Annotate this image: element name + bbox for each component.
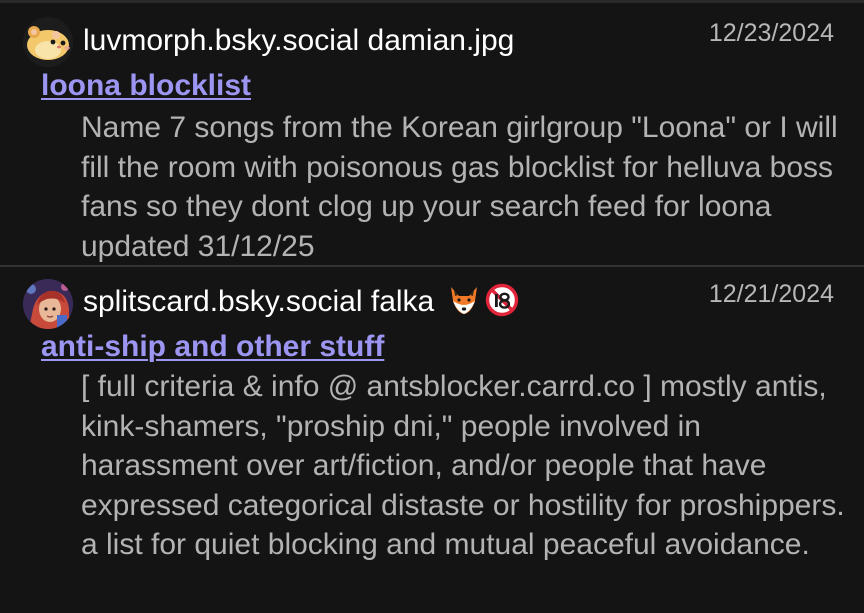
avatar[interactable]: [23, 279, 73, 329]
list-title-link[interactable]: loona blocklist: [41, 68, 251, 104]
avatar[interactable]: [23, 17, 73, 67]
list-description: [ full criteria & info @ antsblocker.car…: [81, 370, 845, 561]
character-avatar-icon: [23, 279, 73, 329]
author-name[interactable]: luvmorph.bsky.social damian.jpg: [83, 23, 514, 59]
author-name-text: splitscard.bsky.social falka: [83, 285, 435, 318]
no-under-18-icon: [485, 283, 519, 326]
list-item[interactable]: luvmorph.bsky.social damian.jpg 12/23/20…: [0, 3, 864, 265]
post-date: 12/23/2024: [708, 19, 834, 47]
fox-emoji-icon: [447, 283, 481, 326]
list-item[interactable]: splitscard.bsky.social falka 12/21/2024 …: [0, 265, 864, 613]
author-name[interactable]: splitscard.bsky.social falka: [83, 283, 519, 326]
list-description: Name 7 songs from the Korean girlgroup "…: [81, 111, 838, 263]
hamster-avatar-icon: [23, 17, 73, 67]
post-date: 12/21/2024: [708, 280, 834, 308]
list-title-link[interactable]: anti-ship and other stuff: [41, 329, 384, 365]
